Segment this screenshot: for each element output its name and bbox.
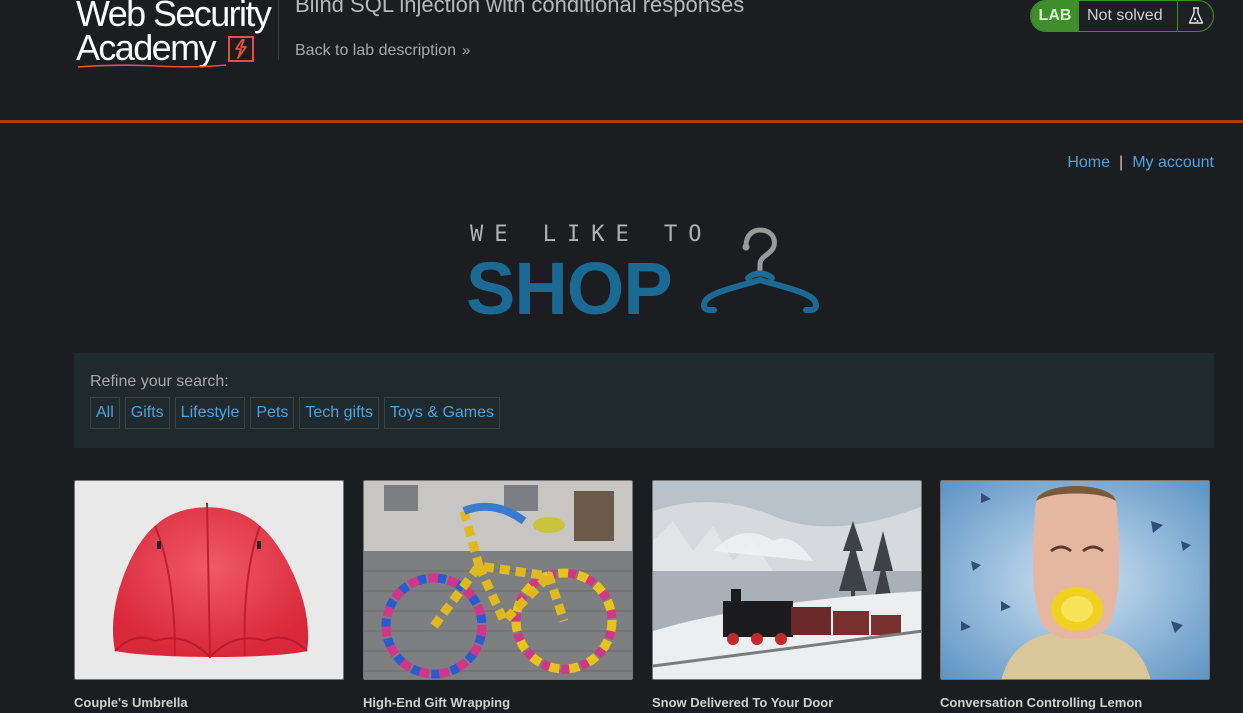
filter-label: Refine your search: [90, 373, 229, 390]
web-security-academy-logo[interactable]: Web Security Academy [76, 0, 276, 70]
product-name: Conversation Controlling Lemon [940, 695, 1143, 710]
product-name: High-End Gift Wrapping [363, 695, 511, 710]
hanger-icon [700, 227, 820, 313]
lab-header-border [0, 120, 1243, 123]
nav-my-account-link[interactable]: My account [1132, 154, 1214, 171]
filter-panel: Refine your search: All Gifts Lifestyle … [74, 353, 1214, 448]
product-name: Couple's Umbrella [74, 695, 188, 710]
red-umbrella-photo[interactable] [74, 480, 344, 680]
filter-category-list: All Gifts Lifestyle Pets Tech gifts Toys… [90, 397, 501, 429]
shop-logo: WE LIKE TO SHOP [466, 222, 826, 330]
back-to-lab-description-link[interactable]: Back to lab description » [295, 42, 470, 60]
logo-underline-scribble [77, 64, 227, 68]
filter-tech-gifts-button[interactable]: Tech gifts [299, 397, 379, 429]
double-chevron-right-icon: » [461, 42, 471, 59]
nav-home-link[interactable]: Home [1067, 154, 1110, 171]
nav-separator: | [1119, 154, 1124, 171]
lab-status-widget: LAB Not solved [1030, 0, 1214, 32]
logo-text-line2: Academy [76, 27, 216, 68]
product-card[interactable]: Couple's Umbrella [74, 480, 344, 710]
man-with-lemon-photo[interactable] [940, 480, 1210, 680]
filter-gifts-button[interactable]: Gifts [124, 397, 170, 429]
product-name: Snow Delivered To Your Door [652, 695, 834, 710]
knitted-bicycle-photo[interactable] [363, 480, 633, 680]
header-divider [278, 0, 279, 60]
steam-train-snow-photo[interactable] [652, 480, 922, 680]
filter-toys-games-button[interactable]: Toys & Games [383, 397, 501, 429]
lab-header: Web Security Academy Blind SQL injection… [0, 0, 1243, 120]
filter-all-button[interactable]: All [90, 397, 120, 429]
lab-title: Blind SQL injection with conditional res… [295, 0, 745, 17]
filter-pets-button[interactable]: Pets [250, 397, 295, 429]
lab-badge: LAB [1031, 1, 1079, 31]
shop-wordmark: SHOP [466, 247, 673, 330]
product-card[interactable]: Snow Delivered To Your Door [652, 480, 922, 710]
back-link-label: Back to lab description [295, 42, 456, 59]
product-card[interactable]: Conversation Controlling Lemon [940, 480, 1210, 710]
lab-status-text: Not solved [1087, 7, 1163, 24]
lightning-bolt-icon [228, 36, 254, 62]
flask-icon [1177, 1, 1213, 31]
product-card[interactable]: High-End Gift Wrapping [363, 480, 633, 710]
top-navigation: Home | My account [1067, 154, 1214, 172]
filter-lifestyle-button[interactable]: Lifestyle [174, 397, 246, 429]
